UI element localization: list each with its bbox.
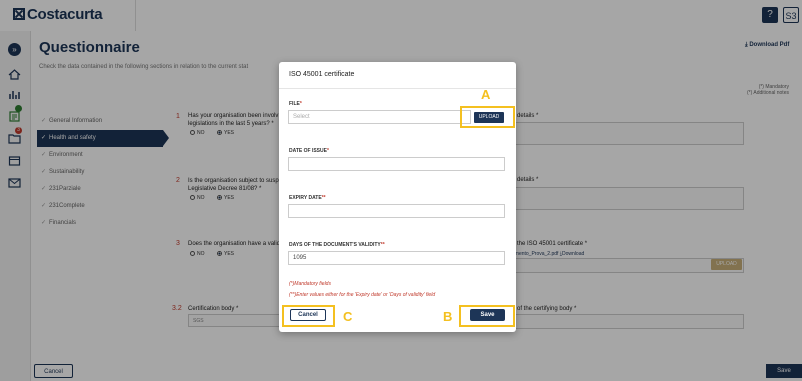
- validity-label: DAYS OF THE DOCUMENT'S VALIDITY**: [289, 242, 385, 248]
- highlight-box-c: [282, 305, 335, 327]
- validity-days-input[interactable]: 1095: [288, 251, 505, 265]
- file-select-input[interactable]: Select: [288, 110, 471, 124]
- annotation-letter-c: C: [343, 309, 353, 324]
- modal-title: ISO 45001 certificate: [289, 71, 355, 78]
- date-issue-input[interactable]: [288, 157, 505, 171]
- expiry-label-text: EXPIRY DATE: [289, 195, 322, 201]
- highlight-box-a: [460, 106, 515, 128]
- file-label: FILE*: [289, 101, 302, 107]
- annotation-letter-a: A: [481, 87, 491, 102]
- date-issue-label: DATE OF ISSUE*: [289, 148, 329, 154]
- expiry-date-input[interactable]: [288, 204, 505, 218]
- either-field-note: (**)Enter values either for the 'Expiry …: [289, 292, 436, 298]
- annotation-letter-b: B: [443, 309, 453, 324]
- expiry-label: EXPIRY DATE**: [289, 195, 326, 201]
- mandatory-note: (*)Mandatory fields: [289, 281, 331, 287]
- date-issue-label-text: DATE OF ISSUE: [289, 148, 327, 154]
- highlight-box-b: [459, 305, 515, 327]
- validity-label-text: DAYS OF THE DOCUMENT'S VALIDITY: [289, 242, 381, 248]
- certificate-modal: ISO 45001 certificate FILE* Select UPLOA…: [279, 62, 516, 332]
- file-label-text: FILE: [289, 101, 300, 107]
